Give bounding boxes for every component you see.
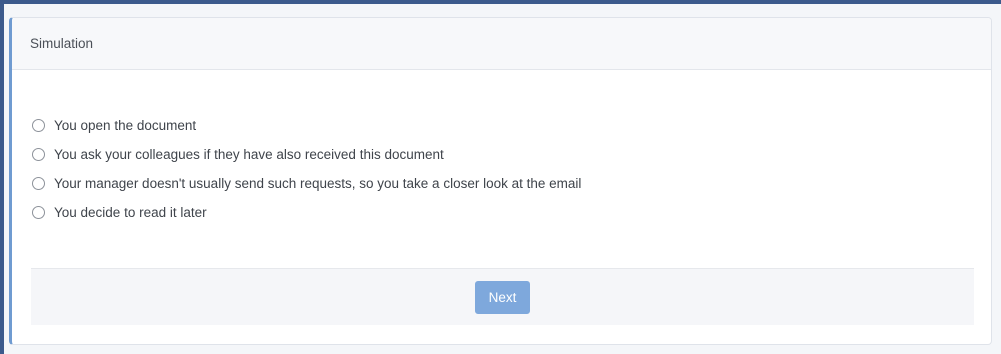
answer-option-label: You open the document [54, 118, 197, 133]
answer-option-read-later[interactable]: You decide to read it later [32, 198, 581, 227]
window-frame: Simulation You open the document You ask… [0, 0, 1001, 354]
answer-option-label: You decide to read it later [54, 205, 207, 220]
window-top-edge [0, 0, 1001, 4]
answer-option-label: Your manager doesn't usually send such r… [54, 176, 582, 191]
answer-options: You open the document You ask your colle… [32, 111, 581, 227]
radio-button[interactable] [32, 119, 45, 132]
answer-option-ask-colleagues[interactable]: You ask your colleagues if they have als… [32, 140, 581, 169]
simulation-card: Simulation You open the document You ask… [9, 17, 992, 345]
radio-button[interactable] [32, 206, 45, 219]
window-left-edge [0, 0, 4, 354]
answer-option-closer-look[interactable]: Your manager doesn't usually send such r… [32, 169, 581, 198]
radio-button[interactable] [32, 177, 45, 190]
card-footer: Next [31, 268, 974, 325]
radio-button[interactable] [32, 148, 45, 161]
card-title: Simulation [30, 36, 94, 51]
card-header: Simulation [12, 18, 991, 70]
answer-option-label: You ask your colleagues if they have als… [54, 147, 444, 162]
answer-option-open-document[interactable]: You open the document [32, 111, 581, 140]
next-button[interactable]: Next [475, 280, 530, 314]
